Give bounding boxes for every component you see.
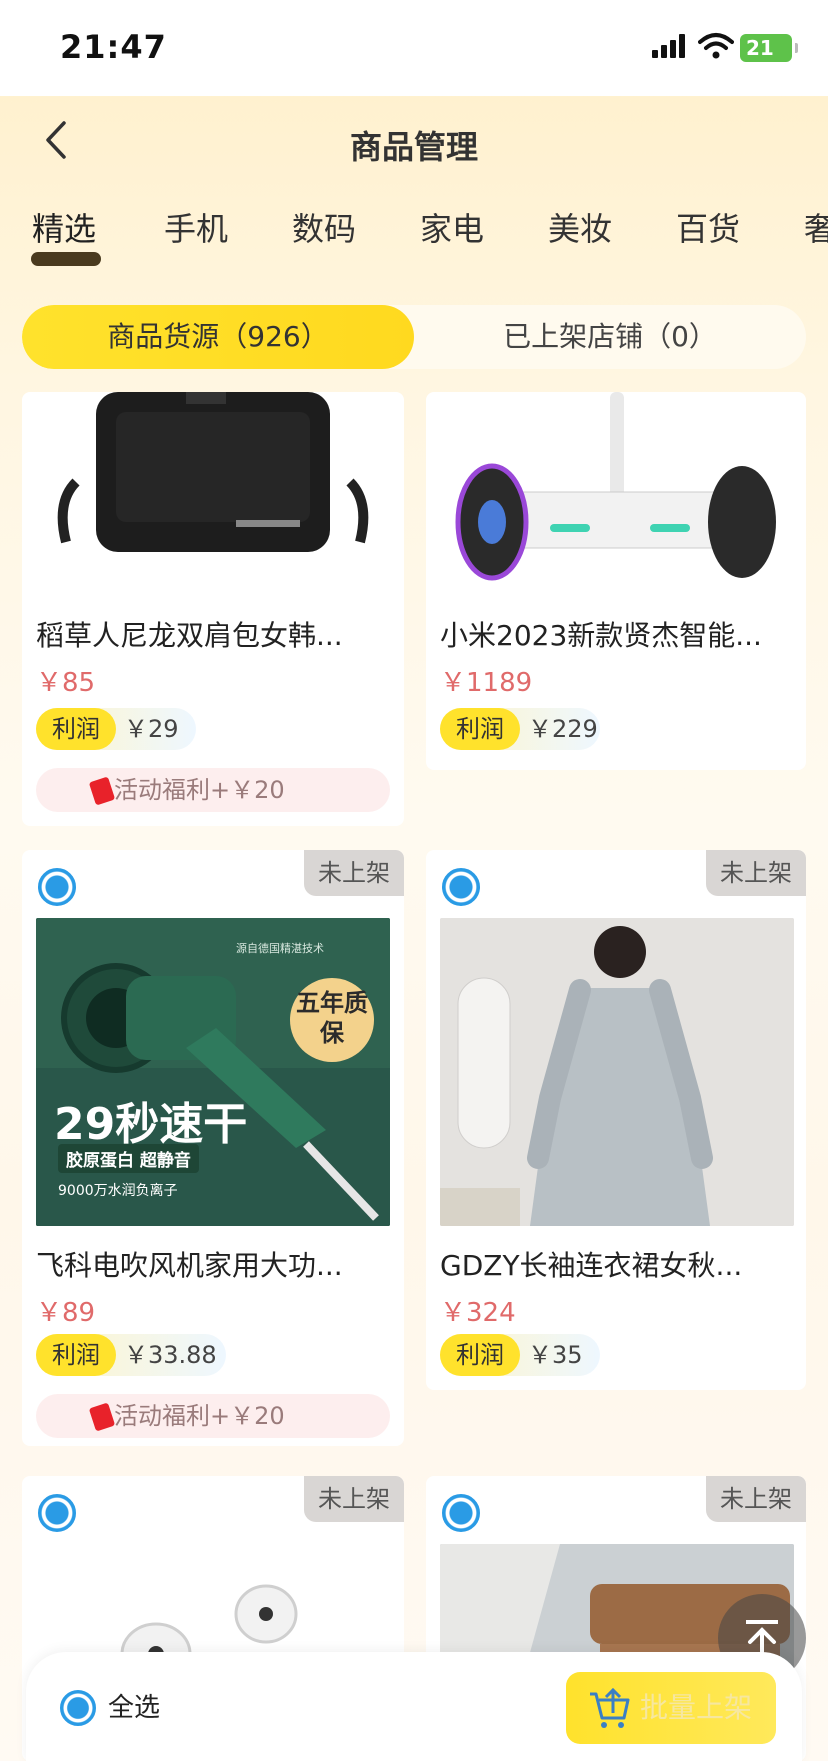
product-name: 稻草人尼龙双肩包女韩... <box>36 619 343 652</box>
product-price: ￥89 <box>36 1298 96 1328</box>
tab-appliances[interactable]: 家电 <box>420 204 484 250</box>
product-image-hair-dryer: 五年质保 源自德国精湛技术 29秒速干 胶原蛋白 超静音 9000万水润负离子 <box>36 918 390 1226</box>
profit-tag: 利润 ￥33.88 <box>36 1334 226 1376</box>
select-radio[interactable] <box>442 1494 480 1532</box>
status-time: 21:47 <box>60 28 167 66</box>
wifi-icon <box>698 33 734 59</box>
product-image-backpack <box>36 392 390 562</box>
profit-tag: 利润 ￥35 <box>440 1334 600 1376</box>
welfare-tag: 活动福利+￥20 <box>36 1394 390 1438</box>
product-name: 飞科电吹风机家用大功... <box>36 1249 343 1282</box>
select-radio[interactable] <box>38 868 76 906</box>
batch-list-label: 批量上架 <box>640 1691 753 1724</box>
profit-label: 利润 <box>440 708 520 750</box>
profit-tag: 利润 ￥29 <box>36 708 196 750</box>
welfare-text: 活动福利+￥20 <box>114 776 285 804</box>
image-subline-2: 9000万水润负离子 <box>58 1183 178 1199</box>
select-radio[interactable] <box>442 868 480 906</box>
status-badge: 未上架 <box>706 850 806 896</box>
active-tab-indicator <box>31 252 101 266</box>
status-badge: 未上架 <box>304 850 404 896</box>
welfare-text: 活动福利+￥20 <box>114 1402 285 1430</box>
red-packet-icon <box>88 776 116 806</box>
status-bar: 21:47 21 <box>0 0 828 96</box>
profit-label: 利润 <box>440 1334 520 1376</box>
category-tabs: 精选 手机 数码 家电 美妆 百货 奢 <box>0 204 828 264</box>
product-image-scooter <box>440 392 794 598</box>
product-card[interactable]: 未上架 GDZY长袖连衣裙女秋... ￥324 利润 ￥35 <box>426 850 806 1390</box>
profit-tag: 利润 ￥229 <box>440 708 600 750</box>
product-card[interactable]: 未上架 五年质保 源自德国精湛技术 29秒速干 胶原蛋白 超静音 9000万水润… <box>22 850 404 1446</box>
welfare-tag: 活动福利+￥20 <box>36 768 390 812</box>
product-card[interactable]: 稻草人尼龙双肩包女韩... ￥85 利润 ￥29 活动福利+￥20 <box>22 392 404 826</box>
select-all-radio[interactable] <box>60 1690 96 1726</box>
tab-luxury[interactable]: 奢 <box>804 204 828 250</box>
product-price: ￥1189 <box>440 668 533 698</box>
image-subline: 胶原蛋白 超静音 <box>58 1144 199 1173</box>
product-card[interactable]: 小米2023新款贤杰智能... ￥1189 利润 ￥229 <box>426 392 806 770</box>
tab-beauty[interactable]: 美妆 <box>548 204 612 250</box>
tab-digital[interactable]: 数码 <box>292 204 356 250</box>
warranty-tag: 五年质保 <box>296 989 368 1047</box>
segment-product-source[interactable]: 商品货源（926） <box>22 305 414 369</box>
product-price: ￥324 <box>440 1298 516 1328</box>
bottom-action-bar: 全选 批量上架 <box>26 1652 802 1761</box>
batch-list-button[interactable]: 批量上架 <box>566 1672 776 1744</box>
profit-value: ￥35 <box>528 1341 583 1369</box>
signal-icon <box>652 34 685 58</box>
status-badge: 未上架 <box>304 1476 404 1522</box>
source-segment: 商品货源（926） 已上架店铺（0） <box>22 305 806 369</box>
select-all-label[interactable]: 全选 <box>108 1690 160 1726</box>
profit-value: ￥29 <box>124 715 179 743</box>
image-headline: 29秒速干 <box>54 1099 248 1150</box>
page-title: 商品管理 <box>349 128 478 166</box>
tab-phones[interactable]: 手机 <box>164 204 228 250</box>
cart-upload-icon <box>590 1687 630 1728</box>
tab-general-goods[interactable]: 百货 <box>676 204 740 250</box>
tab-featured[interactable]: 精选 <box>32 204 96 250</box>
image-caption-top: 源自德国精湛技术 <box>236 942 324 955</box>
product-image-dress <box>440 918 794 1226</box>
profit-value: ￥33.88 <box>124 1341 217 1369</box>
product-name: GDZY长袖连衣裙女秋... <box>440 1249 743 1282</box>
red-packet-icon <box>88 1402 116 1432</box>
product-price: ￥85 <box>36 668 96 698</box>
product-name: 小米2023新款贤杰智能... <box>440 619 762 652</box>
select-radio[interactable] <box>38 1494 76 1532</box>
battery-icon: 21 <box>740 34 798 62</box>
segment-listed-stores[interactable]: 已上架店铺（0） <box>414 305 806 369</box>
battery-level: 21 <box>746 36 774 60</box>
profit-label: 利润 <box>36 1334 116 1376</box>
status-badge: 未上架 <box>706 1476 806 1522</box>
profit-label: 利润 <box>36 708 116 750</box>
profit-value: ￥229 <box>528 715 598 743</box>
